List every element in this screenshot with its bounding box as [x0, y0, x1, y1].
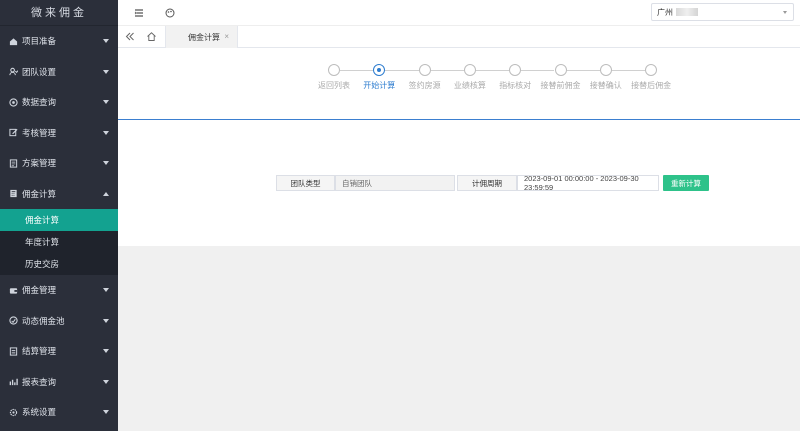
search-circle-icon: [8, 97, 18, 107]
sidebar-item-search-circle[interactable]: 数据查询: [0, 87, 118, 118]
sidebar-item-label: 结算管理: [22, 346, 57, 357]
step-item[interactable]: 接替后佣金: [621, 64, 681, 91]
sidebar-item-label: 方案管理: [22, 158, 57, 169]
sidebar-item-gear[interactable]: 系统设置: [0, 397, 118, 428]
settlement-icon: [8, 346, 18, 356]
step-dot-icon: [509, 64, 522, 76]
step-label: 接替后佣金: [631, 81, 672, 90]
top-bar: 广州: [118, 0, 800, 26]
recalculate-button[interactable]: 重新计算: [663, 175, 709, 191]
step-dot-icon: [645, 64, 658, 76]
period-field[interactable]: 2023-09-01 00:00:00 - 2023-09-30 23:59:5…: [517, 174, 659, 192]
step-dot-icon: [373, 64, 386, 76]
step-dot-icon: [418, 64, 431, 76]
chevron-down-icon: [103, 161, 109, 166]
calc-form: 团队类型 自销团队 计佣周期 2023-09-01 00:00:00 - 202…: [276, 174, 709, 192]
sidebar-item-label: 报表查询: [22, 376, 57, 387]
city-value: 广州: [657, 7, 673, 17]
chevron-down-icon: [103, 130, 109, 135]
home-icon[interactable]: [146, 31, 157, 42]
sidebar-item-pool[interactable]: 动态佣金池: [0, 306, 118, 337]
palette-icon[interactable]: [165, 8, 175, 18]
main-content: 返回列表 开始计算 签约房源 业绩核算 指标核对 接替前佣金 接替确认 接替后佣金 团队类型 …: [118, 48, 800, 431]
sidebar-item-label: 佣金管理: [22, 285, 57, 296]
submenu-item[interactable]: 历史交房: [0, 253, 118, 275]
section-divider: [118, 119, 800, 120]
chevron-down-icon: [103, 39, 109, 44]
sidebar: 微来佣金 项目准备 团队设置 数据查询 考核管理 方案管理 佣金计算 佣金计算 年度计算 历史…: [0, 0, 118, 431]
app-brand: 微来佣金: [0, 0, 118, 26]
chevron-down-icon: [103, 349, 109, 354]
sidebar-item-label: 佣金计算: [22, 188, 57, 199]
team-type-label: 团队类型: [276, 175, 335, 191]
menu-collapse-icon[interactable]: [134, 8, 144, 18]
step-dot-icon: [328, 64, 340, 76]
redacted-text: [676, 8, 698, 16]
period-label: 计佣周期: [457, 175, 517, 191]
calculator-icon: [8, 189, 18, 199]
chevron-down-icon: [103, 410, 109, 415]
sidebar-item-settlement[interactable]: 结算管理: [0, 336, 118, 367]
submenu-commission: 佣金计算 年度计算 历史交房: [0, 209, 118, 275]
tab-label: 佣金计算: [188, 32, 220, 42]
tab-commission-calc[interactable]: 佣金计算 ×: [165, 26, 238, 48]
sidebar-item-document[interactable]: 方案管理: [0, 148, 118, 179]
progress-steps: 返回列表 开始计算 签约房源 业绩核算 指标核对 接替前佣金 接替确认 接替后佣金: [310, 64, 690, 104]
sidebar-item-home[interactable]: 项目准备: [0, 26, 118, 57]
sidebar-item-label: 系统设置: [22, 407, 57, 418]
chevron-down-icon: [103, 288, 109, 293]
sidebar-item-team[interactable]: 团队设置: [0, 57, 118, 88]
sidebar-item-wallet[interactable]: 佣金管理: [0, 275, 118, 306]
wallet-icon: [8, 285, 18, 295]
step-dot-icon: [599, 64, 612, 76]
tabs-bar: 佣金计算 ×: [118, 26, 800, 48]
calc-panel: 返回列表 开始计算 签约房源 业绩核算 指标核对 接替前佣金 接替确认 接替后佣金 团队类型 …: [118, 48, 800, 246]
gear-icon: [8, 407, 18, 417]
chevron-down-icon: [103, 318, 109, 323]
step-dot-icon: [463, 64, 476, 76]
team-type-field[interactable]: 自销团队: [335, 175, 455, 191]
sidebar-item-label: 项目准备: [22, 36, 57, 47]
chevron-down-icon: [103, 379, 109, 384]
pool-icon: [8, 316, 18, 326]
sidebar-item-label: 团队设置: [22, 66, 57, 77]
submenu-item[interactable]: 佣金计算: [0, 209, 118, 231]
sidebar-item-bar-chart[interactable]: 报表查询: [0, 367, 118, 398]
sidebar-item-label: 考核管理: [22, 127, 57, 138]
sidebar-item-label: 动态佣金池: [22, 315, 65, 326]
step-dot-icon: [554, 64, 567, 76]
chevron-up-icon: [103, 191, 109, 196]
chevron-down-icon: [103, 100, 109, 105]
close-icon[interactable]: ×: [224, 32, 229, 41]
sidebar-item-edit[interactable]: 考核管理: [0, 118, 118, 149]
bar-chart-icon: [8, 377, 18, 387]
city-select[interactable]: 广州: [651, 3, 794, 21]
submenu-item[interactable]: 年度计算: [0, 231, 118, 253]
team-icon: [8, 67, 18, 77]
chevron-down-icon: [103, 69, 109, 74]
edit-icon: [8, 128, 18, 138]
sidebar-item-calculator[interactable]: 佣金计算: [0, 179, 118, 210]
chevron-down-icon: [783, 11, 787, 14]
document-icon: [8, 158, 18, 168]
double-chevron-left-icon[interactable]: [124, 31, 135, 42]
home-icon: [8, 36, 18, 46]
sidebar-item-label: 数据查询: [22, 97, 57, 108]
